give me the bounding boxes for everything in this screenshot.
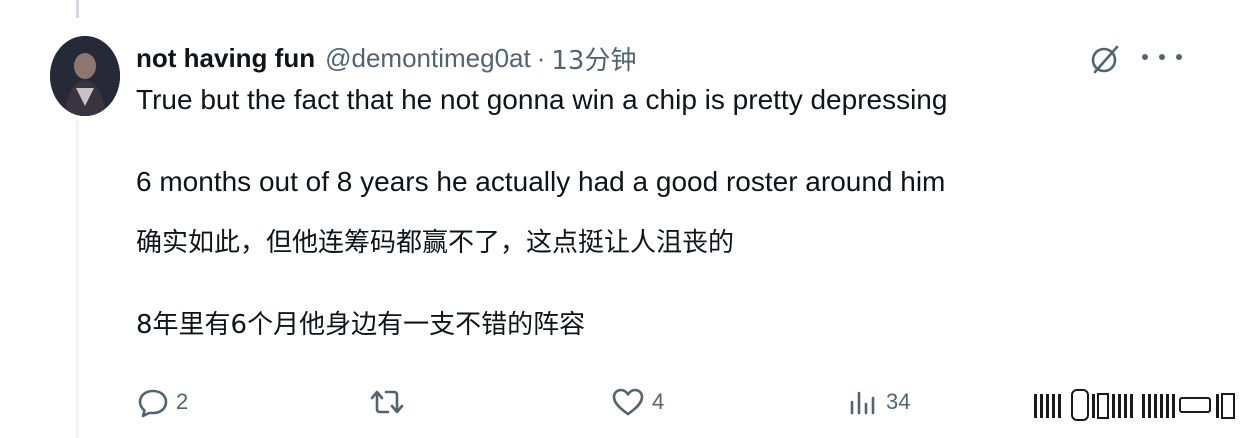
- more-dot: [1176, 54, 1182, 60]
- thread-connector-bottom: [76, 120, 79, 438]
- tweet-text-line-2: 6 months out of 8 years he actually had …: [136, 166, 946, 197]
- more-dot: [1159, 54, 1165, 60]
- timestamp[interactable]: 13分钟: [551, 40, 636, 77]
- like-count: 4: [652, 389, 665, 414]
- reply-button[interactable]: 2: [136, 382, 188, 422]
- display-name[interactable]: not having fun: [136, 43, 315, 74]
- tweet-actions: 2 4 34: [136, 382, 1136, 422]
- retweet-button[interactable]: [368, 382, 412, 422]
- more-dot: [1142, 54, 1148, 60]
- avatar[interactable]: [50, 36, 120, 116]
- translation-line-2: 8年里有6个月他身边有一支不错的阵容: [136, 310, 586, 340]
- reply-count: 2: [176, 389, 189, 414]
- views-button[interactable]: 34: [846, 382, 910, 422]
- view-count: 34: [886, 389, 911, 414]
- retweet-icon: [370, 390, 404, 414]
- views-icon: [850, 391, 875, 415]
- thread-connector-top: [76, 0, 79, 18]
- grok-icon[interactable]: [1088, 42, 1122, 76]
- reply-icon: [138, 389, 168, 418]
- more-icon[interactable]: [1142, 46, 1182, 68]
- tweet-header: not having fun @demontimeg0at · 13分钟: [136, 40, 636, 76]
- translation-line-1: 确实如此，但他连筹码都赢不了，这点挺让人沮丧的: [136, 228, 735, 258]
- heart-icon: [612, 388, 644, 416]
- separator-dot: ·: [536, 42, 546, 73]
- watermark-graphic: [1030, 386, 1250, 426]
- like-button[interactable]: 4: [610, 382, 664, 422]
- tweet-text-line-1: True but the fact that he not gonna win …: [136, 84, 948, 115]
- user-handle[interactable]: @demontimeg0at: [325, 43, 531, 74]
